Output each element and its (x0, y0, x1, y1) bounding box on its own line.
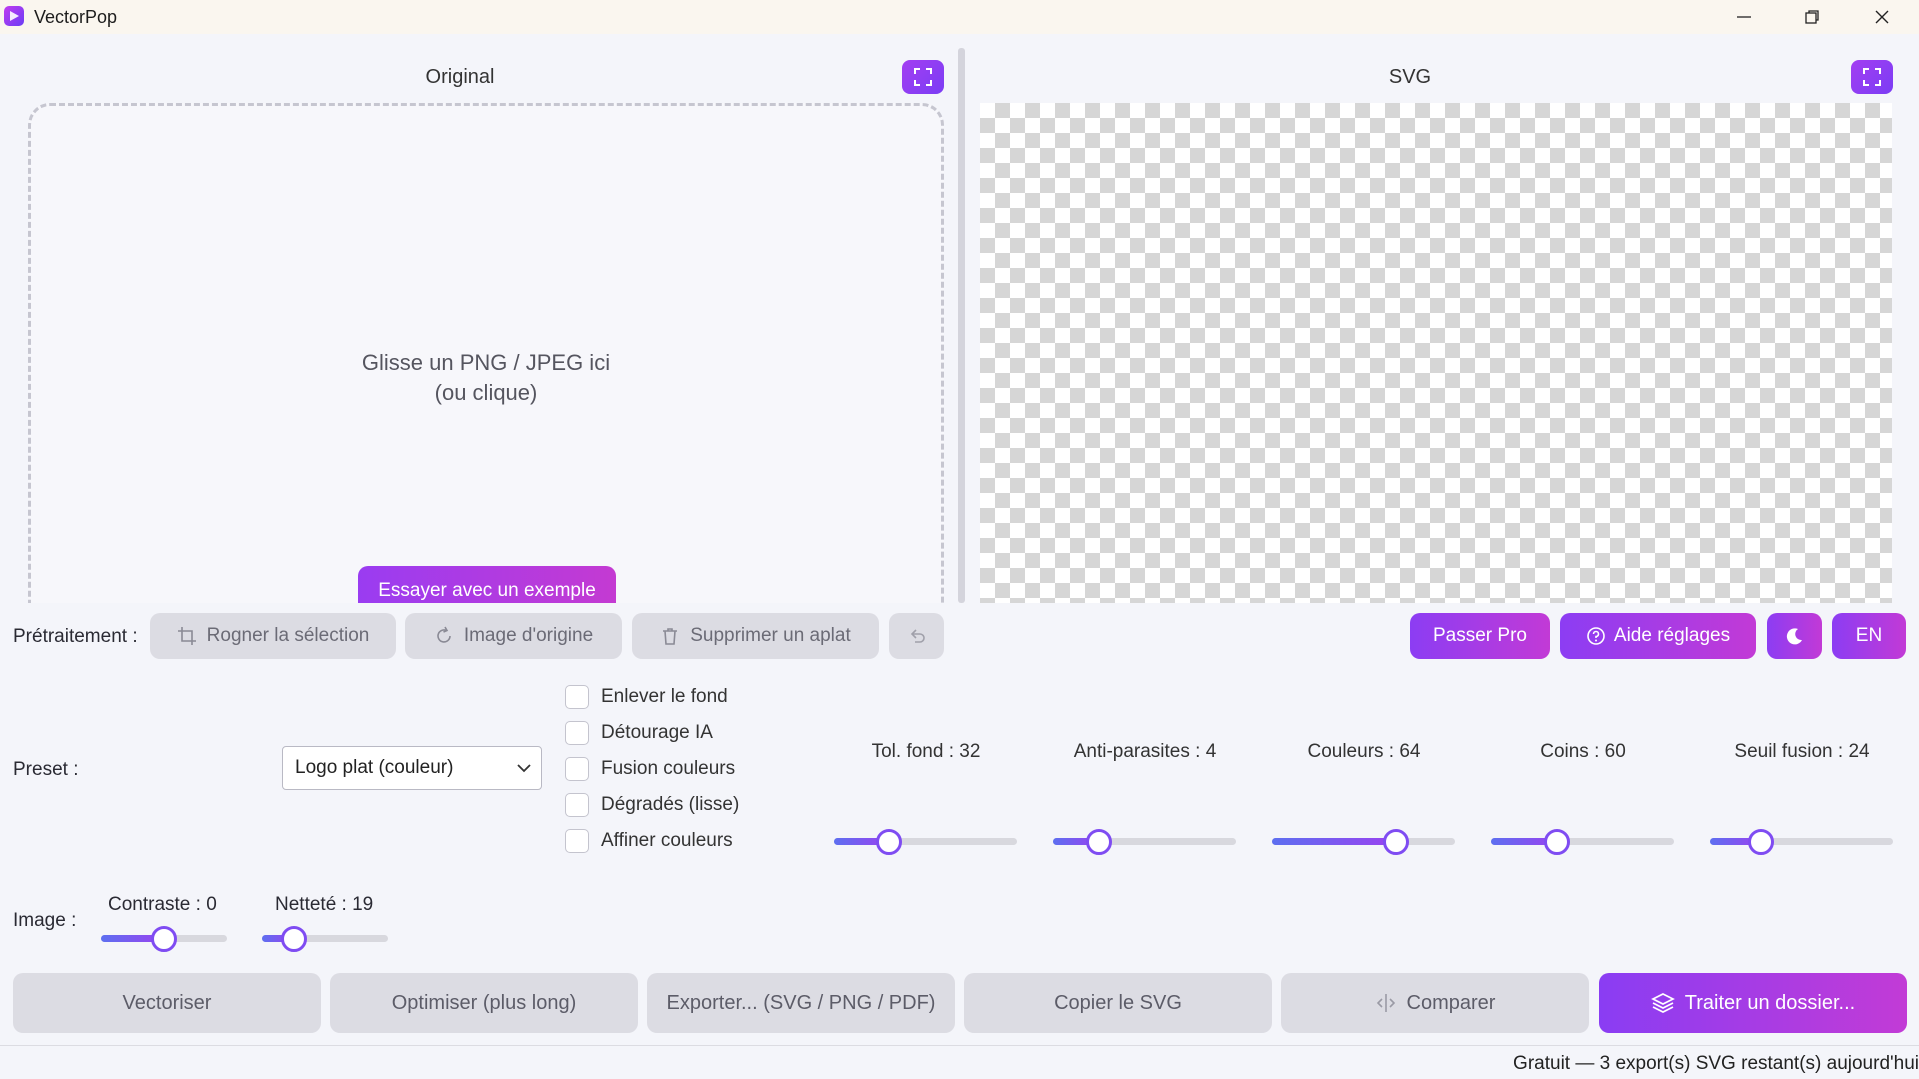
settings-help-button[interactable]: Aide réglages (1560, 613, 1756, 659)
batch-folder-label: Traiter un dossier... (1684, 991, 1856, 1014)
option-label: Enlever le fond (601, 686, 728, 707)
undo-button[interactable] (889, 613, 944, 659)
option-refine-colors[interactable]: Affiner couleurs (565, 826, 739, 856)
moon-icon (1786, 628, 1802, 645)
status-text: Gratuit — 3 export(s) SVG restant(s) auj… (1513, 1053, 1919, 1074)
slider-thumb[interactable] (1748, 829, 1774, 855)
remove-flat-label: Supprimer un aplat (690, 625, 851, 646)
title-bar: VectorPop (0, 0, 1919, 34)
option-ai-cutout[interactable]: Détourage IA (565, 718, 739, 748)
original-image-button[interactable]: Image d'origine (405, 613, 622, 659)
checkbox[interactable] (565, 793, 589, 817)
option-label: Affiner couleurs (601, 830, 733, 851)
slider-contrast[interactable] (101, 926, 227, 952)
panel-splitter[interactable] (958, 48, 965, 603)
close-button[interactable] (1852, 0, 1912, 34)
checkbox[interactable] (565, 757, 589, 781)
checkbox[interactable] (565, 721, 589, 745)
minimize-icon (1737, 16, 1751, 18)
original-image-label: Image d'origine (463, 625, 594, 646)
expand-svg-button[interactable] (1851, 60, 1893, 94)
trash-icon (663, 628, 678, 645)
slider-thumb[interactable] (1086, 829, 1112, 855)
preset-label: Preset : (13, 759, 79, 780)
slider-bg-tolerance[interactable] (834, 829, 1017, 855)
export-button[interactable]: Exporter... (SVG / PNG / PDF) (647, 973, 955, 1033)
close-icon (1875, 10, 1889, 24)
fullscreen-icon (914, 68, 932, 86)
compare-button[interactable]: Comparer (1281, 973, 1589, 1033)
batch-folder-button[interactable]: Traiter un dossier... (1599, 973, 1907, 1033)
dropzone-instruction: Glisse un PNG / JPEG ici (361, 350, 611, 375)
slider-denoise[interactable] (1053, 829, 1236, 855)
dropzone-hint: (ou clique) (434, 380, 538, 405)
option-gradients[interactable]: Dégradés (lisse) (565, 790, 739, 820)
checkbox[interactable] (565, 829, 589, 853)
expand-original-button[interactable] (902, 60, 944, 94)
slider-colors[interactable] (1272, 829, 1455, 855)
slider-sharpness[interactable] (262, 926, 388, 952)
fullscreen-icon (1863, 68, 1881, 86)
svg-preview-canvas[interactable] (980, 103, 1892, 603)
restore-button[interactable] (1782, 0, 1842, 34)
go-pro-button[interactable]: Passer Pro (1410, 613, 1550, 659)
crop-icon (177, 627, 196, 645)
slider-corners[interactable] (1491, 829, 1674, 855)
slider-label-colors: Couleurs : 64 (1307, 741, 1421, 762)
slider-label-merge-threshold: Seuil fusion : 24 (1734, 741, 1870, 762)
crop-selection-button[interactable]: Rogner la sélection (150, 613, 396, 659)
option-label: Dégradés (lisse) (601, 794, 740, 815)
undo-icon (910, 629, 925, 643)
svg-panel-title: SVG (1388, 66, 1432, 88)
slider-merge-threshold[interactable] (1710, 829, 1893, 855)
preset-select[interactable]: Logo plat (couleur) (282, 746, 542, 790)
slider-thumb[interactable] (151, 926, 177, 952)
original-panel-title: Original (425, 66, 495, 88)
slider-label-corners: Coins : 60 (1540, 741, 1626, 762)
preset-selected-value: Logo plat (couleur) (295, 757, 454, 778)
chevron-down-icon (517, 764, 531, 773)
language-button[interactable]: EN (1832, 613, 1906, 659)
sharpness-label: Netteté : 19 (275, 894, 374, 915)
slider-thumb[interactable] (876, 829, 902, 855)
copy-svg-button[interactable]: Copier le SVG (964, 973, 1272, 1033)
reset-icon (437, 626, 451, 643)
option-label: Fusion couleurs (601, 758, 736, 779)
minimize-button[interactable] (1714, 0, 1774, 34)
options-list: Enlever le fond Détourage IA Fusion coul… (565, 682, 739, 856)
help-icon (1587, 627, 1605, 645)
compare-icon (1376, 994, 1395, 1012)
restore-icon (1805, 10, 1819, 24)
optimize-button[interactable]: Optimiser (plus long) (330, 973, 638, 1033)
slider-thumb[interactable] (1544, 829, 1570, 855)
status-bar: Gratuit — 3 export(s) SVG restant(s) auj… (0, 1045, 1919, 1079)
contrast-label: Contraste : 0 (108, 894, 217, 915)
checkbox[interactable] (565, 685, 589, 709)
option-remove-background[interactable]: Enlever le fond (565, 682, 739, 712)
option-label: Détourage IA (601, 722, 713, 743)
remove-flat-button[interactable]: Supprimer un aplat (632, 613, 879, 659)
vectorize-button[interactable]: Vectoriser (13, 973, 321, 1033)
slider-label-denoise: Anti-parasites : 4 (1073, 741, 1217, 762)
slider-thumb[interactable] (281, 926, 307, 952)
layers-icon (1650, 993, 1675, 1013)
compare-label: Comparer (1406, 991, 1496, 1014)
app-logo-icon (4, 6, 24, 26)
image-label: Image : (13, 910, 77, 931)
app-title: VectorPop (34, 7, 118, 27)
try-example-button[interactable]: Essayer avec un exemple (358, 566, 616, 603)
image-dropzone[interactable]: Glisse un PNG / JPEG ici (ou clique) Ess… (28, 103, 944, 603)
slider-label-bg-tolerance: Tol. fond : 32 (871, 741, 981, 762)
theme-toggle-button[interactable] (1767, 613, 1822, 659)
settings-help-label: Aide réglages (1613, 625, 1731, 646)
slider-thumb[interactable] (1383, 829, 1409, 855)
preprocess-label: Prétraitement : (13, 626, 138, 647)
option-merge-colors[interactable]: Fusion couleurs (565, 754, 739, 784)
crop-selection-label: Rogner la sélection (206, 625, 370, 646)
